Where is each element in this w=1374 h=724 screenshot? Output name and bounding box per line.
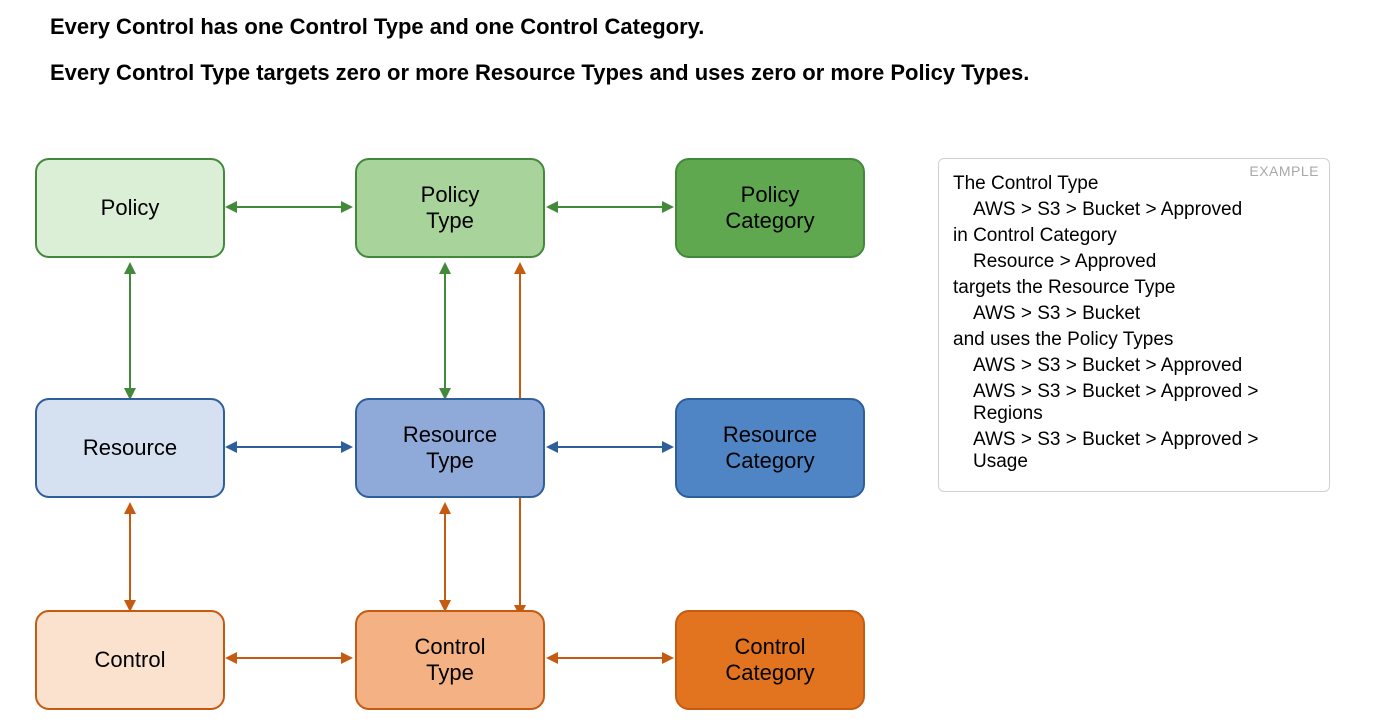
box-policy-type-label: Policy Type	[421, 182, 480, 235]
box-resource-category-label: Resource Category	[723, 422, 817, 475]
example-line: Resource > Approved	[953, 251, 1315, 273]
example-line: AWS > S3 > Bucket > Approved > Regions	[953, 381, 1315, 425]
example-line: AWS > S3 > Bucket > Approved	[953, 355, 1315, 377]
example-line: in Control Category	[953, 225, 1315, 247]
box-resource-category: Resource Category	[675, 398, 865, 498]
box-control: Control	[35, 610, 225, 710]
example-line: and uses the Policy Types	[953, 329, 1315, 351]
box-resource-type-label: Resource Type	[403, 422, 497, 475]
box-policy-category-label: Policy Category	[725, 182, 814, 235]
box-policy-label: Policy	[101, 195, 160, 221]
box-policy-type: Policy Type	[355, 158, 545, 258]
example-line: targets the Resource Type	[953, 277, 1315, 299]
example-label: EXAMPLE	[1249, 163, 1319, 179]
box-policy: Policy	[35, 158, 225, 258]
box-resource: Resource	[35, 398, 225, 498]
box-control-category-label: Control Category	[725, 634, 814, 687]
box-control-type: Control Type	[355, 610, 545, 710]
example-line: AWS > S3 > Bucket > Approved	[953, 199, 1315, 221]
box-resource-type: Resource Type	[355, 398, 545, 498]
box-policy-category: Policy Category	[675, 158, 865, 258]
example-line: AWS > S3 > Bucket	[953, 303, 1315, 325]
box-resource-label: Resource	[83, 435, 177, 461]
heading-line-1: Every Control has one Control Type and o…	[50, 14, 704, 40]
heading-line-2: Every Control Type targets zero or more …	[50, 60, 1029, 86]
box-control-type-label: Control Type	[415, 634, 486, 687]
example-line: AWS > S3 > Bucket > Approved > Usage	[953, 429, 1315, 473]
box-control-category: Control Category	[675, 610, 865, 710]
box-control-label: Control	[95, 647, 166, 673]
example-panel: EXAMPLE The Control TypeAWS > S3 > Bucke…	[938, 158, 1330, 492]
